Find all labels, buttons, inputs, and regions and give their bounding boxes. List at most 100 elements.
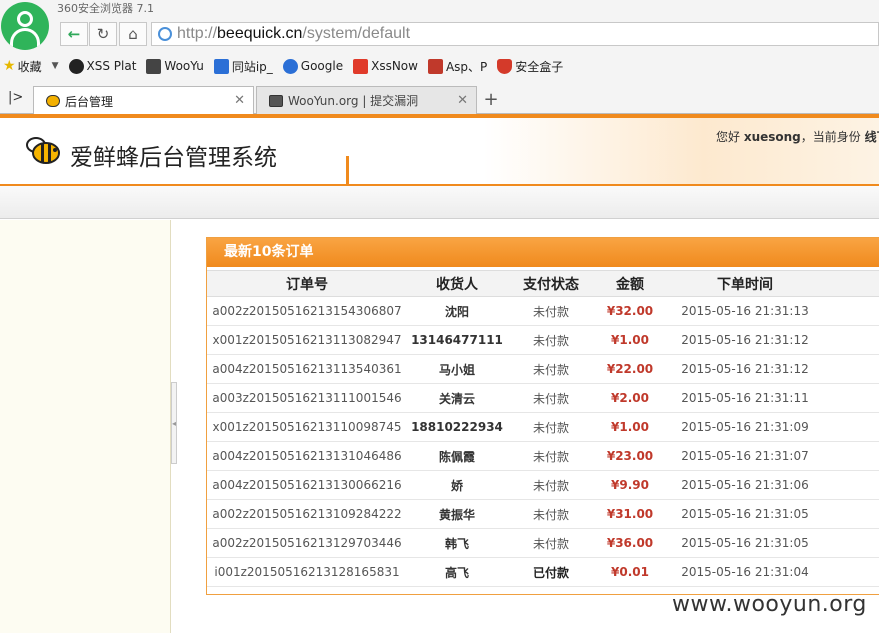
shield-icon bbox=[497, 58, 513, 74]
order-status: 未付款 bbox=[507, 441, 595, 471]
tab-wooyun[interactable]: WooYun.org | 提交漏洞 ✕ bbox=[256, 86, 477, 114]
xss-plat-icon bbox=[68, 58, 84, 74]
dropdown-arrow-icon: ▼ bbox=[51, 61, 59, 71]
page-content: 爱鲜蜂后台管理系统 您好 xuesong，当前身份 线下 ◂ 最新10条订单 订… bbox=[0, 114, 879, 633]
table-row[interactable]: a004z20150516213130066216 娇未付款 ¥9.90 2015-0… bbox=[207, 470, 879, 500]
col-extra bbox=[825, 270, 879, 297]
site-title: 爱鲜蜂后台管理系统 bbox=[70, 145, 277, 171]
new-tab-button[interactable]: + bbox=[479, 87, 503, 111]
bookmark-same-ip[interactable]: 同站ip_ bbox=[213, 58, 273, 75]
order-status: 未付款 bbox=[507, 412, 595, 442]
table-row[interactable]: x001z20150516213110098745 18810222934 未付款 ¥… bbox=[207, 412, 879, 442]
tab-close-icon[interactable]: ✕ bbox=[234, 93, 245, 108]
order-status: 未付款 bbox=[507, 296, 595, 326]
order-receiver: 黄振华 bbox=[407, 499, 507, 529]
order-status: 未付款 bbox=[507, 499, 595, 529]
table-row[interactable]: a003z20150516213111001546 关清云 未付款 ¥2.00 2015… bbox=[207, 383, 879, 413]
order-id: a002z20150516213154306807 bbox=[207, 296, 407, 326]
order-amount: ¥31.00 bbox=[595, 499, 665, 529]
order-status: 未付款 bbox=[507, 470, 595, 500]
browser-title: 360安全浏览器 7.1 bbox=[57, 2, 154, 15]
orders-header-row: 订单号 收货人 支付状态 金额 下单时间 bbox=[207, 270, 879, 297]
order-receiver: 娇 bbox=[407, 470, 507, 500]
panel-splitter-handle[interactable]: ◂ bbox=[171, 382, 177, 464]
user-avatar-icon[interactable] bbox=[1, 2, 49, 50]
bookmark-xssnow[interactable]: XssNow bbox=[353, 58, 418, 74]
bee-favicon-icon bbox=[46, 95, 60, 107]
bookmark-wooyun[interactable]: WooYu bbox=[146, 58, 204, 74]
order-status: 未付款 bbox=[507, 354, 595, 384]
order-time: 2015-05-16 21:31:12 bbox=[665, 354, 825, 384]
col-order-id: 订单号 bbox=[207, 270, 407, 297]
table-row[interactable]: a002z20150516213109284222 黄振华 未付款 ¥31.00 201… bbox=[207, 499, 879, 529]
order-id: a004z20150516213113540361 bbox=[207, 354, 407, 384]
order-amount: ¥23.00 bbox=[595, 441, 665, 471]
bookmark-favorites[interactable]: ★ 收藏 ▼ bbox=[3, 58, 59, 75]
bookmark-security-box[interactable]: 安全盒子 bbox=[497, 58, 563, 75]
order-receiver: 关清云 bbox=[407, 383, 507, 413]
order-status: 未付款 bbox=[507, 383, 595, 413]
bookmarks-bar: ★ 收藏 ▼ XSS Plat WooYu 同站ip_ Google XssNo… bbox=[0, 55, 879, 77]
url-path: /system/default bbox=[302, 25, 411, 42]
recent-orders-panel: 最新10条订单 订单号 收货人 支付状态 金额 下单时间 a002z201505… bbox=[206, 237, 879, 595]
order-receiver: 沈阳 bbox=[407, 296, 507, 326]
order-time: 2015-05-16 21:31:09 bbox=[665, 412, 825, 442]
bookmark-google[interactable]: Google bbox=[282, 58, 343, 74]
order-status: 已付款 bbox=[507, 557, 595, 587]
order-receiver: 13146477111 bbox=[407, 325, 507, 355]
plus-icon: + bbox=[483, 88, 499, 110]
chevron-left-icon: ◂ bbox=[172, 418, 177, 428]
bookmark-asp[interactable]: Asp、P bbox=[427, 58, 487, 75]
order-receiver: 陈佩霞 bbox=[407, 441, 507, 471]
order-amount: ¥1.00 bbox=[595, 325, 665, 355]
reload-button[interactable]: ↻ bbox=[89, 22, 117, 46]
order-id: a004z20150516213130066216 bbox=[207, 470, 407, 500]
bee-logo-icon bbox=[26, 137, 60, 164]
order-amount: ¥36.00 bbox=[595, 528, 665, 558]
tab-close-icon[interactable]: ✕ bbox=[457, 93, 468, 108]
col-amount: 金额 bbox=[595, 270, 665, 297]
back-button[interactable]: ← bbox=[60, 22, 88, 46]
tab-bar: |> 后台管理 ✕ WooYun.org | 提交漏洞 ✕ + bbox=[0, 84, 879, 115]
order-time: 2015-05-16 21:31:07 bbox=[665, 441, 825, 471]
watermark: www.wooyun.org bbox=[672, 592, 867, 617]
table-row[interactable]: a002z20150516213154306807 沈阳 未付款 ¥32.00 2015… bbox=[207, 296, 879, 326]
table-row[interactable]: x001z20150516213113082947 13146477111 未付款 ¥… bbox=[207, 325, 879, 355]
paw-icon bbox=[213, 58, 229, 74]
sidebar-toggle-icon[interactable]: |> bbox=[8, 90, 23, 105]
star-icon: ★ bbox=[3, 58, 16, 74]
order-id: a003z20150516213111001546 bbox=[207, 383, 407, 413]
url-protocol: http:// bbox=[177, 25, 218, 42]
order-receiver: 高飞 bbox=[407, 557, 507, 587]
table-row[interactable]: a002z20150516213129703446 韩飞 未付款 ¥36.00 2015… bbox=[207, 528, 879, 558]
xssnow-icon bbox=[353, 58, 369, 74]
order-amount: ¥0.01 bbox=[595, 557, 665, 587]
home-icon: ⌂ bbox=[128, 25, 138, 43]
order-time: 2015-05-16 21:31:12 bbox=[665, 325, 825, 355]
order-id: x001z20150516213113082947 bbox=[207, 325, 407, 355]
user-greeting: 您好 xuesong，当前身份 线下 bbox=[716, 128, 879, 145]
table-row[interactable]: a004z20150516213131046486 陈佩霞 未付款 ¥23.00 201… bbox=[207, 441, 879, 471]
tab-admin[interactable]: 后台管理 ✕ bbox=[33, 86, 254, 115]
table-row[interactable]: i001z20150516213128165831 高飞 已付款 ¥0.01 2015-… bbox=[207, 557, 879, 587]
bookmark-xss-plat[interactable]: XSS Plat bbox=[68, 58, 136, 74]
col-receiver: 收货人 bbox=[407, 270, 507, 297]
home-button[interactable]: ⌂ bbox=[119, 22, 147, 46]
username: xuesong bbox=[743, 130, 801, 144]
order-id: a004z20150516213131046486 bbox=[207, 441, 407, 471]
order-amount: ¥22.00 bbox=[595, 354, 665, 384]
address-bar[interactable]: http://beequick.cn/system/default bbox=[151, 22, 879, 46]
order-time: 2015-05-16 21:31:05 bbox=[665, 499, 825, 529]
wooyun-icon bbox=[146, 58, 162, 74]
table-row[interactable]: a004z20150516213113540361 马小姐 未付款 ¥22.00 201… bbox=[207, 354, 879, 384]
globe-icon bbox=[158, 27, 172, 41]
col-order-time: 下单时间 bbox=[665, 270, 825, 297]
order-status: 未付款 bbox=[507, 325, 595, 355]
url-domain: beequick.cn bbox=[217, 25, 303, 42]
menu-bar bbox=[0, 186, 879, 219]
order-amount: ¥9.90 bbox=[595, 470, 665, 500]
browser-chrome: 360安全浏览器 7.1 ← ↻ ⌂ http://beequick.cn/sy… bbox=[0, 0, 879, 115]
recent-orders-title: 最新10条订单 bbox=[207, 238, 879, 267]
order-receiver: 18810222934 bbox=[407, 412, 507, 442]
order-id: a002z20150516213109284222 bbox=[207, 499, 407, 529]
